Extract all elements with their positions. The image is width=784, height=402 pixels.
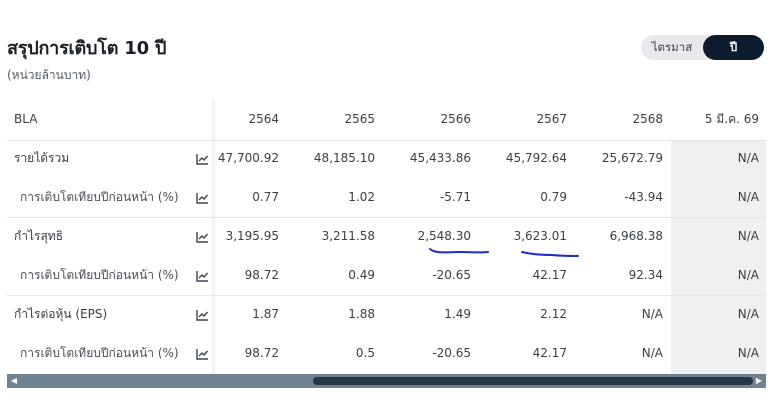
table-row: กำไรสุทธิ 3,195.95 3,211.58 2,548.30 3,6… — [7, 217, 766, 256]
row-label: การเติบโตเทียบปีก่อนหน้า (%) — [20, 268, 179, 282]
row-label: รายได้รวม — [14, 151, 70, 165]
table-row: รายได้รวม 47,700.92 48,185.10 45,433.86 … — [7, 139, 766, 178]
row-label: กำไรสุทธิ — [14, 229, 64, 243]
column-header: 2567 — [536, 112, 567, 126]
table-cell: 48,185.10 — [313, 151, 375, 165]
unit-subtitle: (หน่วยล้านบาท) — [7, 68, 91, 82]
table-cell: 1.02 — [348, 190, 375, 204]
row-label: การเติบโตเทียบปีก่อนหน้า (%) — [20, 190, 179, 204]
growth-table: BLA 2564 2565 2566 2567 2568 5 มี.ค. 69 … — [7, 100, 766, 374]
period-toggle: ไตรมาส ปี — [641, 35, 764, 60]
table-cell: N/A — [737, 190, 759, 204]
table-cell: -20.65 — [432, 268, 471, 282]
table-cell: N/A — [737, 151, 759, 165]
table-cell: 45,433.86 — [409, 151, 471, 165]
table-cell: 6,968.38 — [609, 229, 663, 243]
table-cell: 98.72 — [244, 346, 279, 360]
table-cell: 0.77 — [252, 190, 279, 204]
table-cell: 92.34 — [628, 268, 663, 282]
scrollbar-thumb[interactable] — [313, 377, 753, 385]
row-label: การเติบโตเทียบปีก่อนหน้า (%) — [20, 346, 179, 360]
horizontal-scrollbar[interactable]: ◀ ▶ — [7, 374, 766, 388]
symbol-header: BLA — [14, 112, 38, 126]
column-header: 5 มี.ค. 69 — [704, 112, 759, 126]
table-cell: N/A — [737, 229, 759, 243]
table-cell: 3,623.01 — [513, 229, 567, 243]
table-cell: 3,211.58 — [321, 229, 375, 243]
table-cell: N/A — [641, 307, 663, 321]
column-header: 2565 — [344, 112, 375, 126]
table-row: การเติบโตเทียบปีก่อนหน้า (%) 0.77 1.02 -… — [7, 178, 766, 217]
table-cell: 42.17 — [532, 268, 567, 282]
page-title: สรุปการเติบโต 10 ปี — [7, 38, 167, 59]
table-cell: 0.49 — [348, 268, 375, 282]
table-cell: N/A — [737, 346, 759, 360]
table-cell: 2.12 — [540, 307, 567, 321]
table-header-row: BLA 2564 2565 2566 2567 2568 5 มี.ค. 69 — [7, 100, 766, 139]
table-cell: 1.49 — [444, 307, 471, 321]
table-cell: 0.79 — [540, 190, 567, 204]
column-header: 2564 — [248, 112, 279, 126]
table-cell: -5.71 — [439, 190, 471, 204]
table-cell: 98.72 — [244, 268, 279, 282]
arrow-right-icon[interactable]: ▶ — [752, 374, 766, 388]
table-cell: -20.65 — [432, 346, 471, 360]
table-cell: N/A — [737, 307, 759, 321]
table-cell: 3,195.95 — [225, 229, 279, 243]
table-cell: 42.17 — [532, 346, 567, 360]
column-header: 2566 — [440, 112, 471, 126]
table-cell: 25,672.79 — [601, 151, 663, 165]
toggle-yearly[interactable]: ปี — [703, 35, 764, 60]
table-cell: 0.5 — [355, 346, 375, 360]
table-row: การเติบโตเทียบปีก่อนหน้า (%) 98.72 0.49 … — [7, 256, 766, 295]
table-cell: -43.94 — [624, 190, 663, 204]
table-cell: N/A — [641, 346, 663, 360]
table-row: กำไรต่อหุ้น (EPS) 1.87 1.88 1.49 2.12 N/… — [7, 295, 766, 334]
table-cell: N/A — [737, 268, 759, 282]
toggle-quarterly[interactable]: ไตรมาส — [641, 35, 703, 60]
table-cell: 1.88 — [348, 307, 375, 321]
arrow-left-icon[interactable]: ◀ — [7, 374, 21, 388]
table-cell: 2,548.30 — [417, 229, 471, 243]
table-cell: 1.87 — [252, 307, 279, 321]
table-cell: 45,792.64 — [505, 151, 567, 165]
row-label: กำไรต่อหุ้น (EPS) — [14, 307, 108, 321]
table-row: การเติบโตเทียบปีก่อนหน้า (%) 98.72 0.5 -… — [7, 334, 766, 373]
table-cell: 47,700.92 — [217, 151, 279, 165]
column-header: 2568 — [632, 112, 663, 126]
